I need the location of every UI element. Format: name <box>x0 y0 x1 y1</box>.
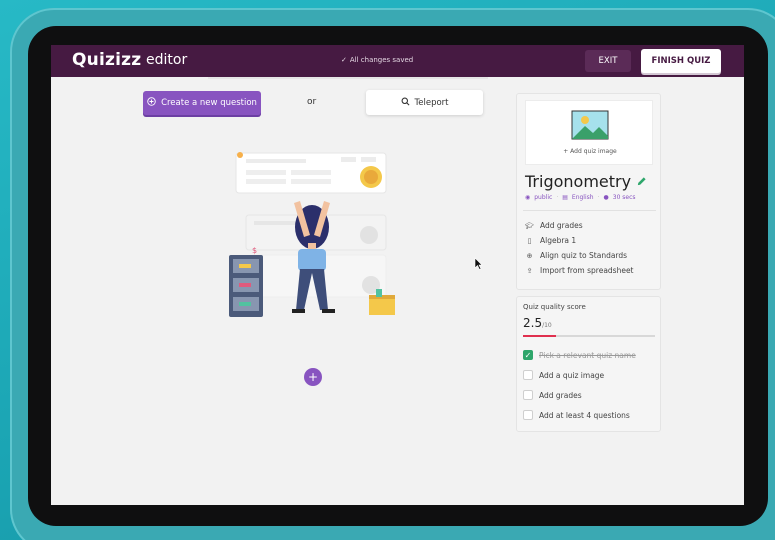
checkbox-checked[interactable]: ✓ <box>523 350 533 360</box>
add-question-fab[interactable]: + <box>304 368 322 386</box>
quality-checklist: ✓ Pick a relevant quiz name Add a quiz i… <box>523 345 636 425</box>
checklist-item[interactable]: Add grades <box>523 385 636 405</box>
language-text[interactable]: English <box>572 194 594 201</box>
pencil-icon[interactable] <box>636 172 647 191</box>
quiz-title-text: Trigonometry <box>525 172 632 191</box>
subject-item[interactable]: ▯ Algebra 1 <box>525 233 634 248</box>
checklist-label: Add grades <box>539 390 582 400</box>
clock-icon: ● <box>603 194 609 201</box>
create-question-button[interactable]: Create a new question <box>143 91 261 115</box>
empty-state-illustration: $ <box>229 152 395 317</box>
editor-screen: Quizizz editor ✓ All changes saved EXIT … <box>51 45 744 505</box>
check-icon: ✓ <box>341 56 347 64</box>
book-icon: ▯ <box>527 236 532 245</box>
editor-label: editor <box>146 52 188 68</box>
eye-icon: ◉ <box>525 194 531 201</box>
visibility-text[interactable]: public <box>534 194 552 201</box>
save-status-text: All changes saved <box>349 56 414 64</box>
divider <box>523 210 656 211</box>
import-spreadsheet-item[interactable]: ⇪ Import from spreadsheet <box>525 263 634 278</box>
plus-circle-icon <box>147 97 156 109</box>
checklist-item[interactable]: ✓ Pick a relevant quiz name <box>523 345 636 365</box>
checklist-label: Add a quiz image <box>539 370 605 380</box>
or-separator: or <box>307 97 317 107</box>
align-standards-item[interactable]: ⊕ Align quiz to Standards <box>525 248 634 263</box>
quizizz-logo: Quizizz <box>72 50 142 70</box>
exit-button[interactable]: EXIT <box>585 50 631 72</box>
checklist-item[interactable]: Add at least 4 questions <box>523 405 636 425</box>
search-icon <box>401 97 410 109</box>
meta-separator: · <box>556 194 559 201</box>
plus-circle-icon: ⊕ <box>526 251 533 260</box>
checklist-label: Add at least 4 questions <box>539 410 630 420</box>
finish-quiz-button[interactable]: FINISH QUIZ <box>641 49 721 73</box>
quiz-quality-panel: Quiz quality score 2.5/10 ✓ Pick a relev… <box>516 296 661 432</box>
svg-text:$: $ <box>252 246 257 255</box>
add-grades-item[interactable]: 🎓︎ Add grades <box>525 218 634 233</box>
create-question-label: Create a new question <box>161 98 257 108</box>
quality-progress-fill <box>523 335 556 337</box>
quality-score-max: /10 <box>542 322 552 329</box>
mouse-cursor-icon <box>474 257 483 270</box>
checklist-label: Pick a relevant quiz name <box>539 350 636 360</box>
teleport-label: Teleport <box>414 97 449 108</box>
quiz-actions-list: 🎓︎ Add grades ▯ Algebra 1 ⊕ Align quiz t… <box>525 218 634 278</box>
checklist-item[interactable]: Add a quiz image <box>523 365 636 385</box>
image-icon <box>571 110 609 140</box>
action-label: Align quiz to Standards <box>540 251 628 260</box>
quality-score-value: 2.5 <box>523 316 543 330</box>
graduation-cap-icon: 🎓︎ <box>525 221 534 230</box>
checkbox[interactable] <box>523 370 533 380</box>
quiz-settings-panel: + Add quiz image Trigonometry ◉ public ·… <box>516 93 661 290</box>
quality-score: 2.5/10 <box>523 316 552 330</box>
teleport-button[interactable]: Teleport <box>366 90 483 115</box>
checkbox[interactable] <box>523 390 533 400</box>
top-bar: Quizizz editor ✓ All changes saved EXIT … <box>51 45 744 77</box>
language-icon: ▤ <box>562 194 568 201</box>
divider <box>208 77 488 79</box>
save-status: ✓ All changes saved <box>341 56 413 64</box>
meta-separator: · <box>597 194 600 201</box>
add-quiz-image-label: + Add quiz image <box>563 148 617 155</box>
add-quiz-image-box[interactable]: + Add quiz image <box>525 100 653 165</box>
action-label: Algebra 1 <box>540 236 577 245</box>
quiz-meta: ◉ public · ▤ English · ● 30 secs <box>525 194 636 201</box>
checkbox[interactable] <box>523 410 533 420</box>
time-text[interactable]: 30 secs <box>613 194 636 201</box>
quality-label: Quiz quality score <box>523 303 586 311</box>
quiz-title[interactable]: Trigonometry <box>525 172 647 191</box>
upload-icon: ⇪ <box>526 266 533 275</box>
action-label: Add grades <box>540 221 583 230</box>
action-label: Import from spreadsheet <box>540 266 634 275</box>
